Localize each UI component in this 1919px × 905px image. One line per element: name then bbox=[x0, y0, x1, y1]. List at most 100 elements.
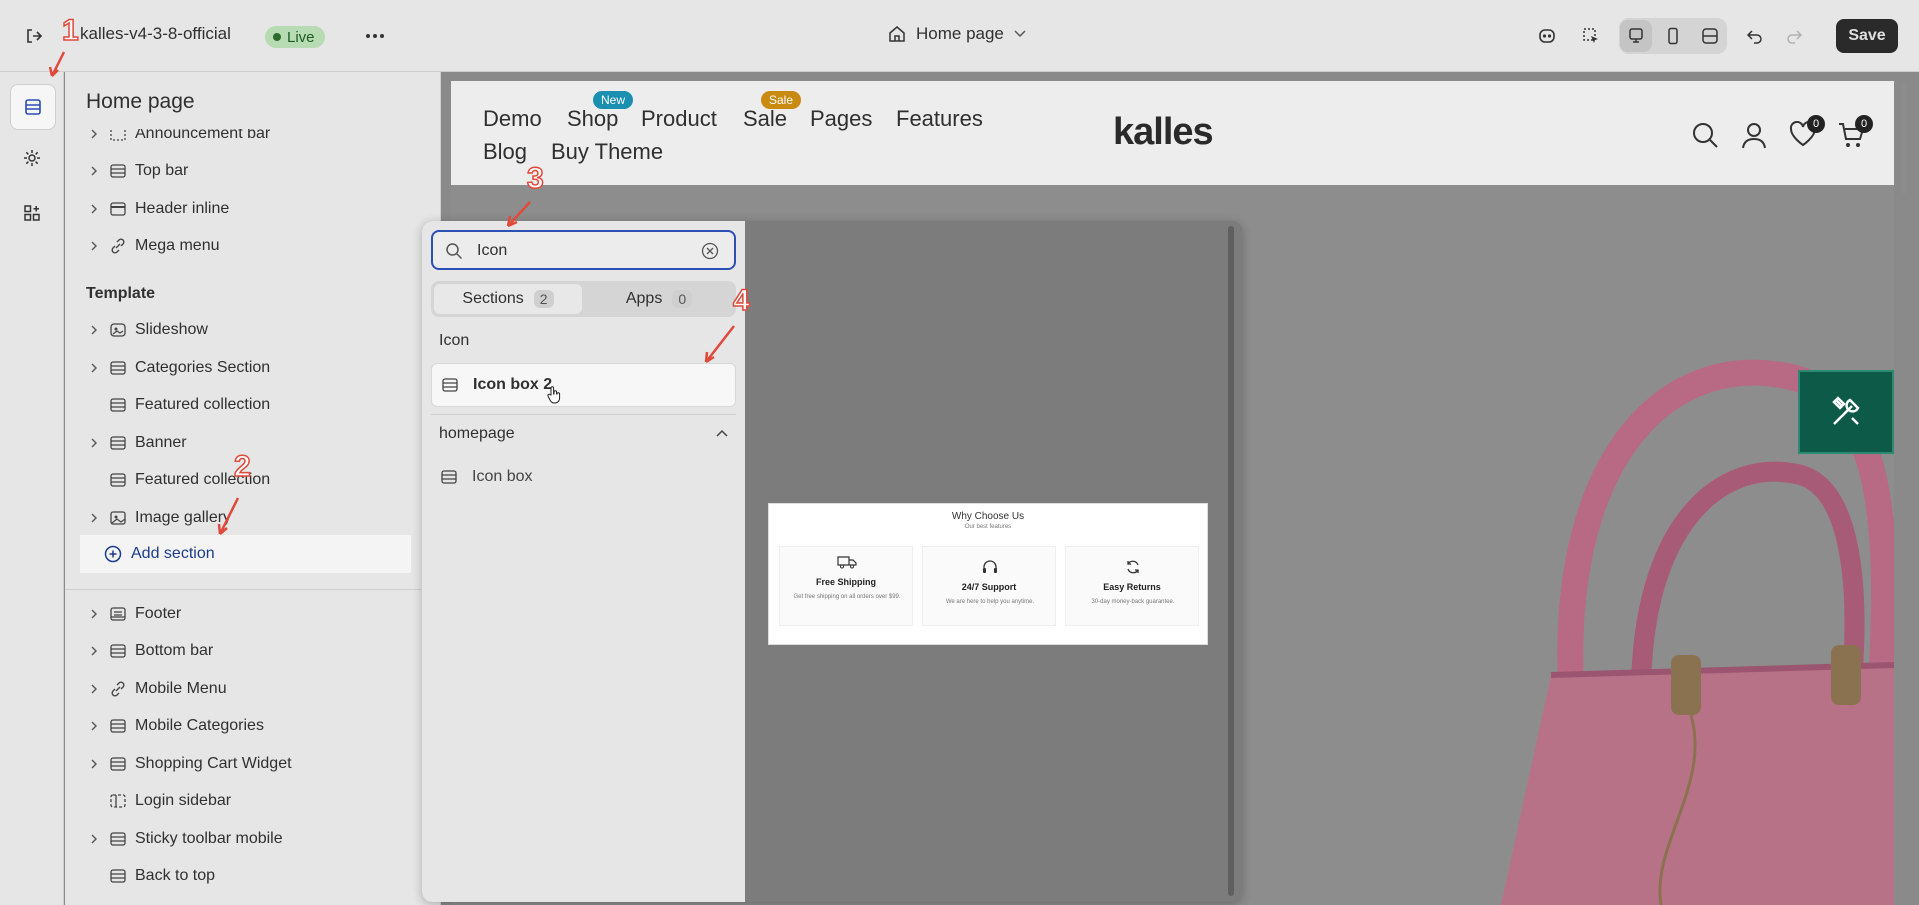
tree-item-label: Categories Section bbox=[135, 359, 271, 376]
tab-count: 0 bbox=[672, 290, 693, 308]
section-search-box[interactable] bbox=[431, 230, 736, 270]
chevron-right-icon bbox=[91, 721, 97, 731]
tree-item-mobile-categories[interactable]: Mobile Categories bbox=[65, 709, 421, 743]
page-selector[interactable]: Home page bbox=[888, 24, 1026, 44]
nav-link-buy-theme[interactable]: Buy Theme bbox=[551, 139, 663, 165]
redo-icon[interactable] bbox=[1778, 20, 1810, 52]
live-badge-label: Live bbox=[287, 28, 315, 46]
apps-icon[interactable] bbox=[12, 193, 52, 233]
store-logo[interactable]: kalles bbox=[1113, 111, 1214, 154]
headset-icon bbox=[983, 560, 997, 573]
save-button[interactable]: Save bbox=[1836, 19, 1898, 53]
chevron-right-icon bbox=[91, 129, 97, 139]
tree-item-sticky-toolbar-mobile[interactable]: Sticky toolbar mobile bbox=[65, 822, 421, 856]
annotation-marker-3: 3 bbox=[526, 161, 544, 196]
mobile-view-icon[interactable] bbox=[1657, 20, 1689, 52]
more-actions-icon[interactable] bbox=[359, 20, 391, 52]
feature-title: Easy Returns bbox=[1103, 582, 1161, 592]
tree-item-label: Login sidebar bbox=[135, 792, 232, 809]
tree-item-categories-section[interactable]: Categories Section bbox=[65, 351, 421, 385]
group-heading-icon[interactable]: Icon bbox=[439, 332, 469, 350]
tree-item-label: Slideshow bbox=[135, 321, 208, 338]
section-icon bbox=[110, 361, 126, 375]
feature-card: Easy Returns 30-day money-back guarantee… bbox=[1065, 546, 1199, 626]
clear-search-icon[interactable] bbox=[701, 242, 719, 260]
sale-badge: Sale bbox=[761, 91, 802, 109]
section-icon bbox=[110, 757, 126, 771]
tree-item-label: Top bar bbox=[135, 162, 189, 179]
link-icon bbox=[111, 238, 125, 254]
tab-label: Sections bbox=[462, 290, 524, 307]
result-icon-box[interactable]: Icon box bbox=[431, 455, 736, 499]
sections-icon[interactable] bbox=[10, 84, 56, 130]
nav-link-blog[interactable]: Blog bbox=[483, 139, 527, 165]
chevron-right-icon bbox=[91, 834, 97, 844]
search-icon[interactable] bbox=[1691, 121, 1719, 149]
undo-icon[interactable] bbox=[1739, 20, 1771, 52]
theme-settings-icon[interactable] bbox=[12, 138, 52, 178]
tree-item-label: Sticky toolbar mobile bbox=[135, 830, 283, 847]
search-icon bbox=[446, 243, 463, 260]
tab-label: Apps bbox=[625, 290, 663, 307]
tree-item-top-bar[interactable]: Top bar bbox=[65, 154, 421, 188]
section-icon bbox=[110, 436, 126, 450]
hand-cursor-icon bbox=[547, 386, 561, 404]
live-status-badge: Live bbox=[265, 26, 325, 48]
tools-widget[interactable] bbox=[1798, 370, 1894, 454]
annotation-marker-1: 1 bbox=[61, 13, 79, 48]
nav-link-shop[interactable]: Shop bbox=[567, 106, 618, 132]
tab-apps[interactable]: Apps 0 bbox=[585, 284, 733, 314]
preview-scrollbar[interactable] bbox=[1901, 82, 1907, 194]
nav-link-pages[interactable]: Pages bbox=[810, 106, 872, 132]
tree-item-announcement-bar[interactable]: Announcement bar bbox=[65, 129, 421, 151]
account-icon[interactable] bbox=[1741, 121, 1767, 149]
tree-item-label: Featured collection bbox=[135, 396, 271, 413]
tree-item-back-to-top[interactable]: Back to top bbox=[65, 859, 421, 893]
select-element-icon[interactable] bbox=[1575, 20, 1607, 52]
tree-item-login-sidebar[interactable]: Login sidebar bbox=[65, 784, 421, 818]
chevron-right-icon bbox=[91, 759, 97, 769]
inspector-icon[interactable] bbox=[1531, 20, 1563, 52]
section-icon bbox=[110, 869, 126, 883]
result-icon-box-2[interactable]: Icon box 2 bbox=[431, 363, 736, 407]
tree-item-bottom-bar[interactable]: Bottom bar bbox=[65, 634, 421, 668]
chevron-right-icon bbox=[91, 646, 97, 656]
full-width-view-icon[interactable] bbox=[1694, 20, 1726, 52]
tree-item-header-inline[interactable]: Header inline bbox=[65, 192, 421, 226]
header-icon bbox=[110, 202, 126, 216]
top-bar: kalles-v4-3-8-official Live Home page Sa… bbox=[0, 0, 1919, 72]
nav-link-sale[interactable]: Sale bbox=[743, 106, 787, 132]
picker-results-panel: Sections 2 Apps 0 Icon Icon box 2 homepa… bbox=[422, 221, 745, 902]
feature-card: Free Shipping Get free shipping on all o… bbox=[779, 546, 913, 626]
tree-item-featured-collection[interactable]: Featured collection bbox=[65, 388, 421, 422]
nav-link-product[interactable]: Product bbox=[641, 106, 717, 132]
tree-item-image-gallery[interactable]: Image gallery bbox=[65, 501, 421, 535]
desktop-view-icon[interactable] bbox=[1620, 20, 1652, 52]
section-search-input[interactable] bbox=[477, 240, 677, 262]
chevron-up-icon[interactable] bbox=[716, 429, 728, 437]
tree-item-mega-menu[interactable]: Mega menu bbox=[65, 229, 421, 263]
nav-link-demo[interactable]: Demo bbox=[483, 106, 542, 132]
exit-icon[interactable] bbox=[18, 20, 50, 52]
nav-link-features[interactable]: Features bbox=[896, 106, 983, 132]
tree-item-label: Header inline bbox=[135, 200, 230, 217]
chevron-right-icon bbox=[91, 241, 97, 251]
feature-desc: Get free shipping on all orders over $99… bbox=[793, 594, 901, 600]
picker-scrollbar[interactable] bbox=[1228, 226, 1234, 896]
tree-item-label: Bottom bar bbox=[135, 642, 214, 659]
tree-item-mobile-menu[interactable]: Mobile Menu bbox=[65, 672, 421, 706]
slideshow-icon bbox=[110, 323, 126, 337]
link-icon bbox=[111, 681, 125, 697]
add-section-button[interactable]: Add section bbox=[80, 535, 411, 573]
section-icon bbox=[110, 832, 126, 846]
result-label: Icon box 2 bbox=[473, 376, 553, 393]
tree-item-slideshow[interactable]: Slideshow bbox=[65, 313, 421, 347]
tree-item-label: Mobile Categories bbox=[135, 717, 264, 734]
section-icon bbox=[110, 473, 126, 487]
divider bbox=[65, 589, 421, 590]
sidebar-layout-icon bbox=[110, 794, 126, 808]
tree-item-footer[interactable]: Footer bbox=[65, 597, 421, 631]
tree-item-shopping-cart-widget[interactable]: Shopping Cart Widget bbox=[65, 747, 421, 781]
tab-sections[interactable]: Sections 2 bbox=[434, 284, 582, 314]
group-heading-homepage[interactable]: homepage bbox=[439, 425, 515, 443]
